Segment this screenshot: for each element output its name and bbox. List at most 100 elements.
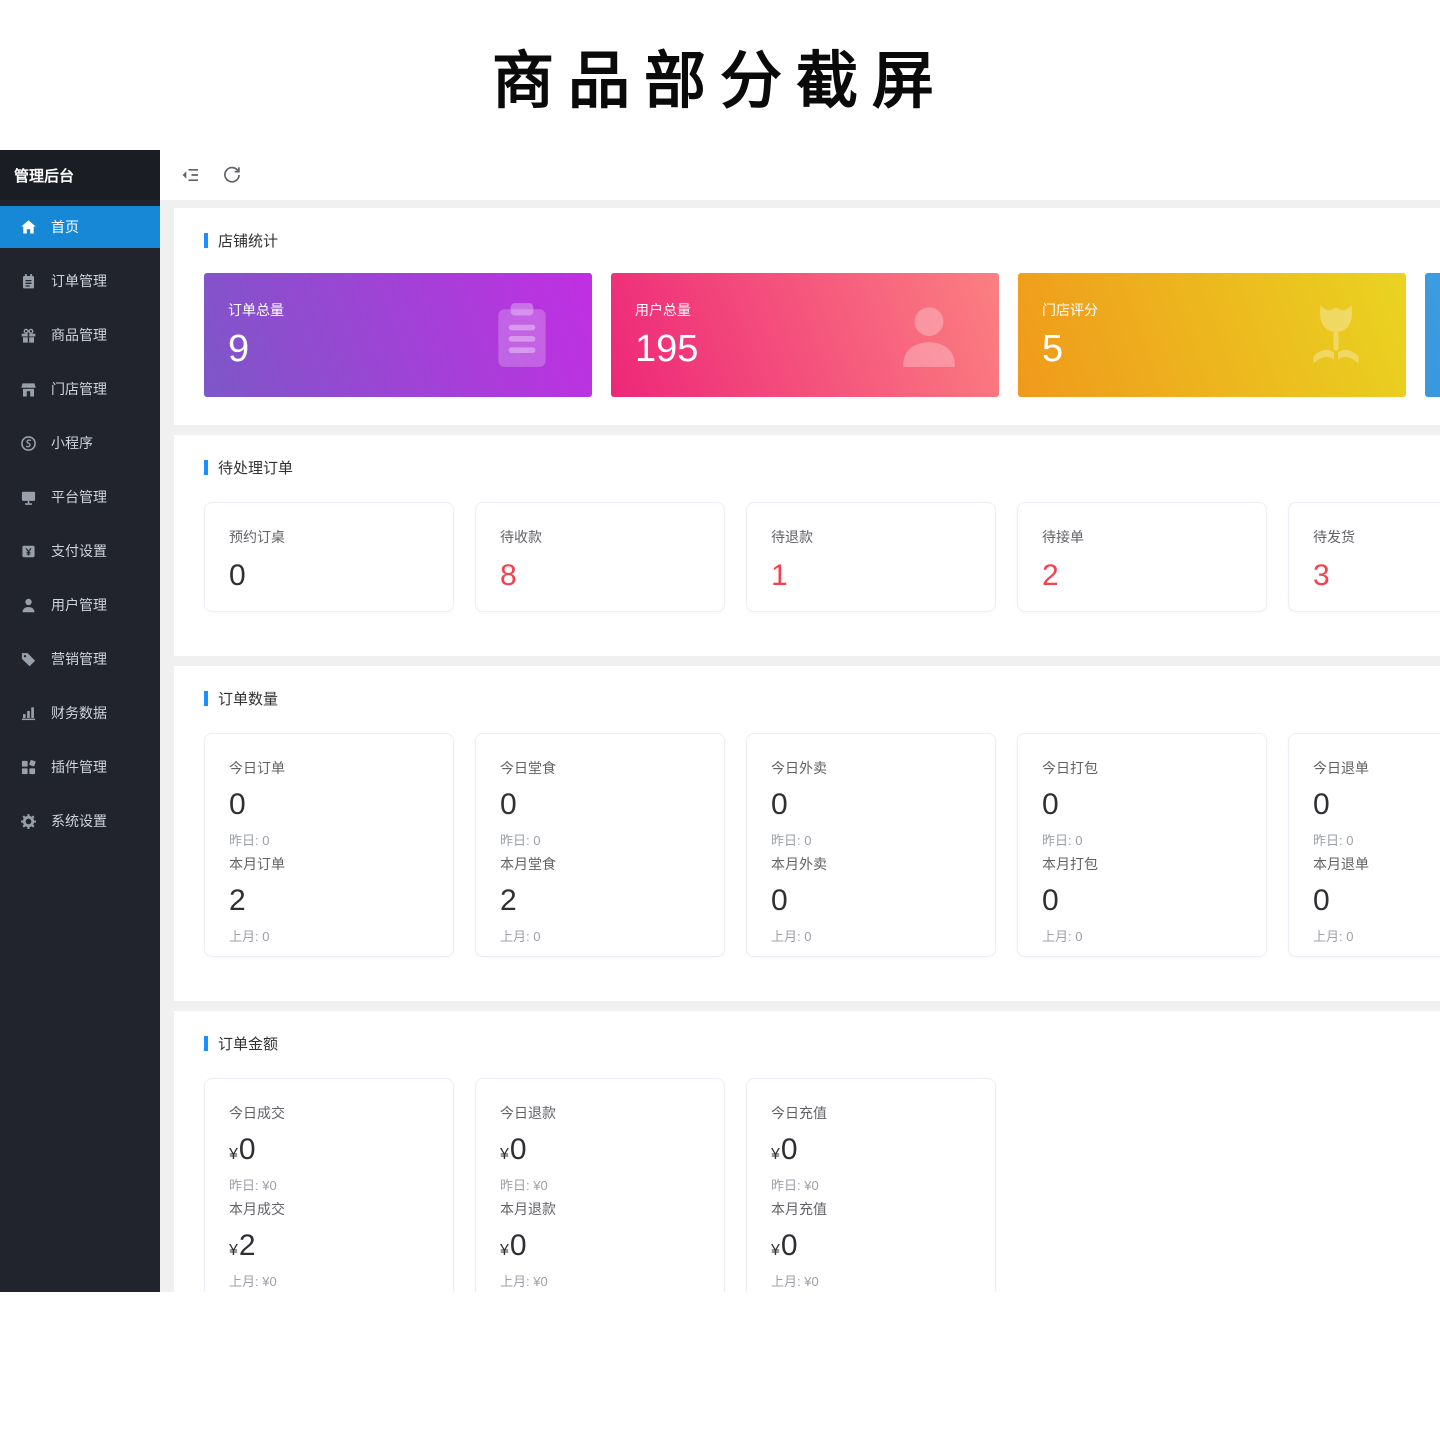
pending-card-value: 2 bbox=[1042, 561, 1266, 591]
sidebar-item-home[interactable]: 首页 bbox=[0, 206, 160, 248]
sidebar-item-users[interactable]: 用户管理 bbox=[0, 584, 160, 626]
section-title-text: 订单数量 bbox=[218, 688, 278, 709]
pending-card-value: 1 bbox=[771, 561, 995, 591]
count-card-month-value: 0 bbox=[1313, 886, 1440, 916]
pending-card-label: 待收款 bbox=[500, 527, 724, 547]
count-card-label: 今日退单 bbox=[1313, 758, 1440, 778]
sidebar-item-stores[interactable]: 门店管理 bbox=[0, 368, 160, 410]
count-card-month-value: 0 bbox=[771, 886, 995, 916]
sidebar-item-label: 插件管理 bbox=[51, 757, 107, 777]
sidebar-item-label: 小程序 bbox=[51, 433, 93, 453]
sidebar-item-label: 订单管理 bbox=[51, 271, 107, 291]
pending-card-label: 待接单 bbox=[1042, 527, 1266, 547]
count-card-month-label: 本月退单 bbox=[1313, 854, 1440, 874]
count-card-label: 今日堂食 bbox=[500, 758, 724, 778]
count-card-last-month: 上月: 0 bbox=[229, 926, 453, 945]
sidebar-menu: 首页 订单管理 商品管理 bbox=[0, 200, 160, 842]
flower-icon bbox=[1300, 299, 1372, 371]
count-card-value: 0 bbox=[1313, 790, 1440, 820]
sidebar-item-settings[interactable]: 系统设置 bbox=[0, 800, 160, 842]
section-title-pending-orders: 待处理订单 bbox=[204, 457, 1440, 478]
store-icon bbox=[20, 381, 37, 398]
panel-shop-stats: 店铺统计 订单总量 9 用户总量 195 bbox=[174, 208, 1440, 425]
platform-icon bbox=[20, 489, 37, 506]
panel-order-counts: 订单数量 今日订单 0 昨日: 0 本月订单 2 上月: 0 今日堂食 bbox=[174, 666, 1440, 1001]
stat-card-total-users: 用户总量 195 bbox=[611, 273, 999, 397]
currency-symbol: ¥ bbox=[771, 1146, 780, 1163]
section-title-order-amounts: 订单金额 bbox=[204, 1033, 1440, 1054]
amount-card-last-month: 上月: ¥0 bbox=[500, 1271, 724, 1290]
page: 商品部分截屏 管理后台 首页 订单管理 bbox=[0, 0, 1440, 1440]
sidebar-item-plugins[interactable]: 插件管理 bbox=[0, 746, 160, 788]
sidebar-item-finance[interactable]: 财务数据 bbox=[0, 692, 160, 734]
sidebar-item-payment[interactable]: 支付设置 bbox=[0, 530, 160, 572]
count-card-today-packaging: 今日打包 0 昨日: 0 本月打包 0 上月: 0 bbox=[1017, 733, 1267, 957]
count-card-yesterday: 昨日: 0 bbox=[771, 830, 995, 849]
marketing-icon bbox=[20, 651, 37, 668]
section-title-text: 店铺统计 bbox=[218, 230, 278, 251]
amount-card-label: 今日充值 bbox=[771, 1103, 995, 1123]
amount-card-month-value: ¥0 bbox=[500, 1231, 724, 1261]
sidebar-item-marketing[interactable]: 营销管理 bbox=[0, 638, 160, 680]
pending-card-awaiting-refund: 待退款 1 bbox=[746, 502, 996, 612]
refresh-icon[interactable] bbox=[222, 165, 242, 185]
currency-symbol: ¥ bbox=[500, 1146, 509, 1163]
count-card-today-takeout: 今日外卖 0 昨日: 0 本月外卖 0 上月: 0 bbox=[746, 733, 996, 957]
stat-card-total-orders: 订单总量 9 bbox=[204, 273, 592, 397]
currency-symbol: ¥ bbox=[229, 1242, 238, 1259]
amount-card-today-recharge: 今日充值 ¥0 昨日: ¥0 本月充值 ¥0 上月: ¥0 bbox=[746, 1078, 996, 1292]
sidebar-item-label: 用户管理 bbox=[51, 595, 107, 615]
sidebar-brand: 管理后台 bbox=[0, 150, 160, 200]
pending-card-value: 8 bbox=[500, 561, 724, 591]
count-card-month-label: 本月堂食 bbox=[500, 854, 724, 874]
count-card-label: 今日打包 bbox=[1042, 758, 1266, 778]
payment-icon bbox=[20, 543, 37, 560]
sidebar-item-label: 支付设置 bbox=[51, 541, 107, 561]
amount-card-today-refunds: 今日退款 ¥0 昨日: ¥0 本月退款 ¥0 上月: ¥0 bbox=[475, 1078, 725, 1292]
count-card-yesterday: 昨日: 0 bbox=[500, 830, 724, 849]
gradient-card-row: 订单总量 9 用户总量 195 bbox=[204, 273, 1440, 397]
miniprogram-icon bbox=[20, 435, 37, 452]
sidebar-item-platform[interactable]: 平台管理 bbox=[0, 476, 160, 518]
main-area: 店铺统计 订单总量 9 用户总量 195 bbox=[160, 150, 1440, 1292]
pending-card-awaiting-shipment: 待发货 3 bbox=[1288, 502, 1440, 612]
order-icon bbox=[20, 273, 37, 290]
amount-card-yesterday: 昨日: ¥0 bbox=[771, 1175, 995, 1194]
stat-card-cutoff bbox=[1425, 273, 1440, 397]
count-card-yesterday: 昨日: 0 bbox=[1042, 830, 1266, 849]
collapse-sidebar-icon[interactable] bbox=[180, 165, 200, 185]
count-card-last-month: 上月: 0 bbox=[771, 926, 995, 945]
toolbar bbox=[160, 150, 1440, 200]
amount-card-yesterday: 昨日: ¥0 bbox=[229, 1175, 453, 1194]
count-card-today-orders: 今日订单 0 昨日: 0 本月订单 2 上月: 0 bbox=[204, 733, 454, 957]
page-title: 商品部分截屏 bbox=[492, 30, 948, 120]
user-icon bbox=[893, 299, 965, 371]
amount-card-month-label: 本月成交 bbox=[229, 1199, 453, 1219]
count-card-month-label: 本月外卖 bbox=[771, 854, 995, 874]
pending-card-awaiting-payment: 待收款 8 bbox=[475, 502, 725, 612]
count-card-month-value: 2 bbox=[500, 886, 724, 916]
count-card-today-refund-orders: 今日退单 0 昨日: 0 本月退单 0 上月: 0 bbox=[1288, 733, 1440, 957]
count-card-value: 0 bbox=[500, 790, 724, 820]
section-title-shop-stats: 店铺统计 bbox=[204, 230, 1440, 251]
section-title-text: 订单金额 bbox=[218, 1033, 278, 1054]
amount-card-month-label: 本月退款 bbox=[500, 1199, 724, 1219]
sidebar-item-miniprogram[interactable]: 小程序 bbox=[0, 422, 160, 464]
pending-card-row: 预约订桌 0 待收款 8 待退款 1 待接单 2 bbox=[204, 502, 1440, 612]
count-card-last-month: 上月: 0 bbox=[1313, 926, 1440, 945]
sidebar-item-products[interactable]: 商品管理 bbox=[0, 314, 160, 356]
sidebar-item-label: 商品管理 bbox=[51, 325, 107, 345]
count-card-yesterday: 昨日: 0 bbox=[1313, 830, 1440, 849]
amount-card-last-month: 上月: ¥0 bbox=[771, 1271, 995, 1290]
count-card-label: 今日订单 bbox=[229, 758, 453, 778]
count-card-month-label: 本月订单 bbox=[229, 854, 453, 874]
amount-card-value: ¥0 bbox=[229, 1135, 453, 1165]
sidebar-item-orders[interactable]: 订单管理 bbox=[0, 260, 160, 302]
section-title-order-counts: 订单数量 bbox=[204, 688, 1440, 709]
pending-card-value: 0 bbox=[229, 561, 453, 591]
user-icon bbox=[20, 597, 37, 614]
count-card-value: 0 bbox=[1042, 790, 1266, 820]
clipboard-icon bbox=[486, 299, 558, 371]
count-card-label: 今日外卖 bbox=[771, 758, 995, 778]
pending-card-label: 待发货 bbox=[1313, 527, 1440, 547]
